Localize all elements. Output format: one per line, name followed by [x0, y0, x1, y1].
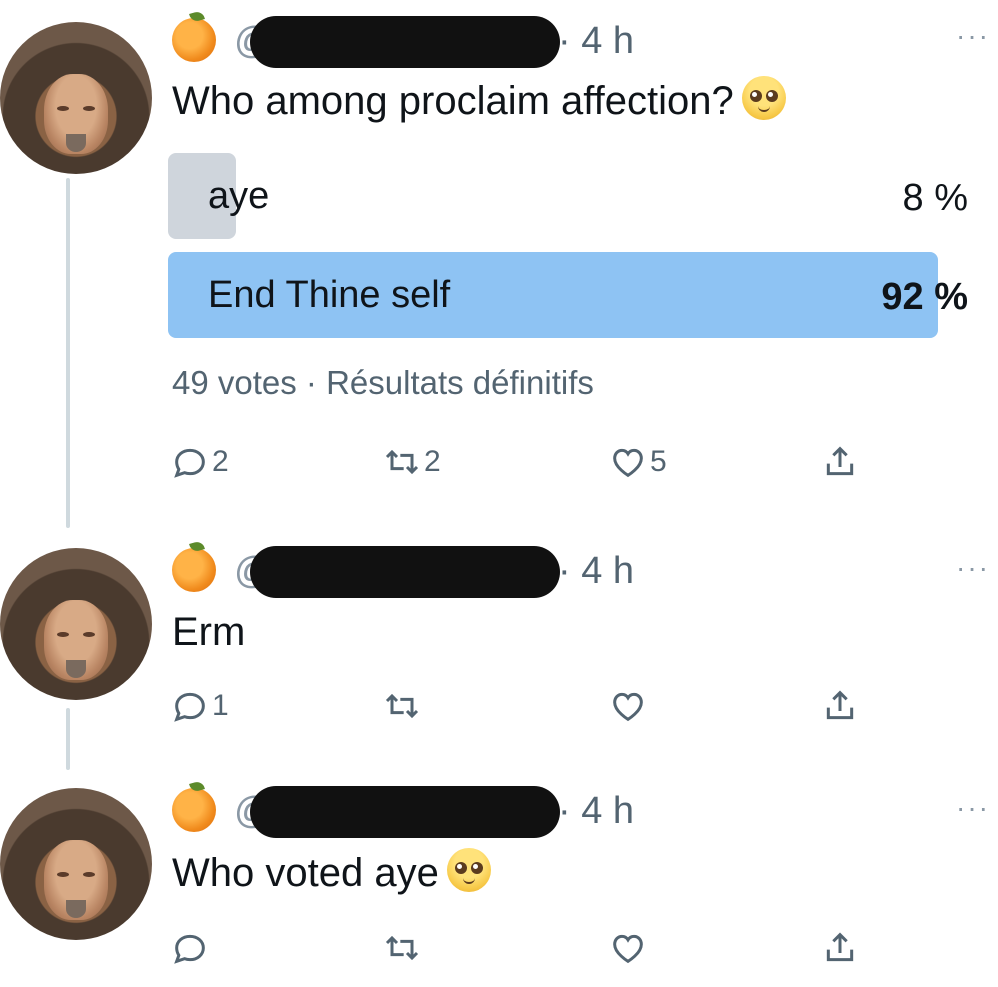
more-options-icon[interactable]: ··· [956, 792, 990, 824]
action-bar [170, 922, 870, 974]
like-button[interactable] [608, 680, 648, 732]
retweet-icon [385, 449, 419, 475]
action-bar: 1 [170, 680, 870, 732]
timestamp[interactable]: · 4 h [558, 790, 634, 833]
reply-button[interactable]: 2 [170, 436, 229, 488]
avatar-face [44, 840, 108, 920]
share-button[interactable] [820, 922, 860, 974]
reply-icon [174, 934, 205, 964]
retweet-icon [385, 935, 419, 961]
poll-meta: 49 votes · Résultats définitifs [172, 364, 594, 401]
like-button[interactable]: 5 [608, 436, 667, 488]
retweet-button[interactable] [382, 922, 422, 974]
share-icon [826, 932, 854, 962]
orange-emoji-icon [172, 548, 216, 592]
share-icon [826, 690, 854, 720]
pleading-face-icon [741, 76, 786, 120]
poll-option-percent: 8 % [902, 177, 968, 219]
avatar[interactable] [0, 22, 152, 174]
avatar[interactable] [0, 548, 152, 700]
tweet-text: Who among proclaim affection? [172, 76, 786, 124]
like-button[interactable] [608, 922, 648, 974]
timestamp[interactable]: · 4 h [558, 20, 634, 63]
poll-option-percent: 92 % [881, 276, 968, 318]
heart-icon [613, 448, 643, 478]
retweet-count: 2 [424, 445, 441, 478]
thread-line-2 [66, 708, 70, 770]
pleading-face-icon [446, 848, 491, 892]
poll-option-end-thine-self: End Thine self 92 % [168, 252, 968, 338]
share-icon [826, 446, 854, 476]
avatar-face [44, 600, 108, 680]
tweet-text: Who voted aye [172, 848, 491, 896]
poll-option-label: aye [208, 175, 270, 217]
reply-icon [174, 692, 205, 722]
reply-count: 1 [212, 689, 229, 722]
retweet-button[interactable] [382, 680, 422, 732]
reply-icon [174, 448, 205, 478]
retweet-button[interactable]: 2 [382, 436, 441, 488]
action-bar: 2 2 5 [170, 436, 870, 488]
avatar[interactable] [0, 788, 152, 940]
redacted-username [250, 16, 560, 68]
tweet-text: Erm [172, 610, 246, 654]
share-button[interactable] [820, 680, 860, 732]
more-options-icon[interactable]: ··· [956, 20, 990, 52]
more-options-icon[interactable]: ··· [956, 552, 990, 584]
redacted-username [250, 786, 560, 838]
like-count: 5 [650, 445, 667, 478]
poll-option-aye: aye 8 % [168, 153, 968, 239]
orange-emoji-icon [172, 788, 216, 832]
reply-button[interactable]: 1 [170, 680, 229, 732]
poll-option-label: End Thine self [208, 274, 451, 316]
retweet-icon [385, 693, 419, 719]
heart-icon [613, 934, 643, 964]
thread-line-1 [66, 178, 70, 528]
timestamp[interactable]: · 4 h [558, 550, 634, 593]
share-button[interactable] [820, 436, 860, 488]
heart-icon [613, 692, 643, 722]
orange-emoji-icon [172, 18, 216, 62]
redacted-username [250, 546, 560, 598]
avatar-face [44, 74, 108, 154]
reply-count: 2 [212, 445, 229, 478]
reply-button[interactable] [170, 922, 210, 974]
